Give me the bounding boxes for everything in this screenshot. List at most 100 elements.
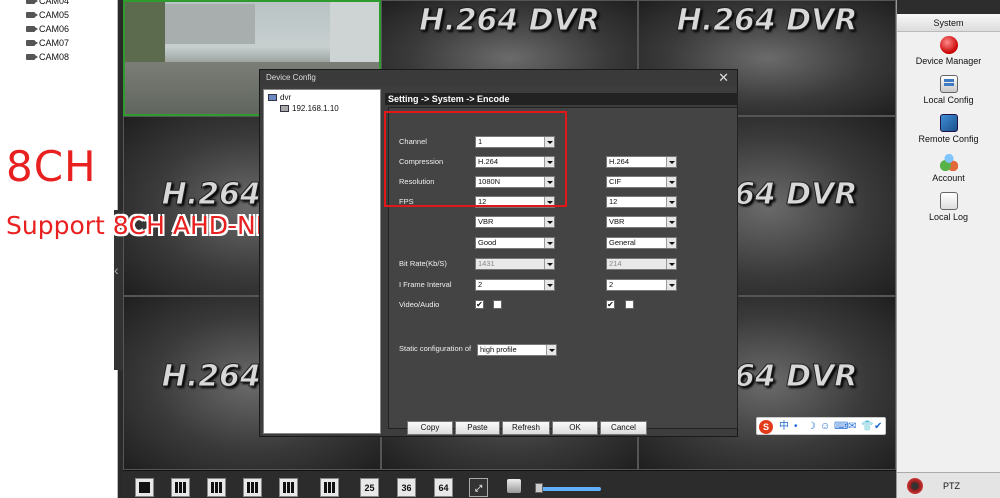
local-log-icon [939, 192, 958, 210]
dialog-title: Device Config [266, 73, 316, 82]
layout-9-button[interactable] [279, 478, 298, 497]
chevron-down-icon [666, 217, 676, 227]
camera-tree-item[interactable]: CAM07 [26, 36, 117, 50]
layout-16-button[interactable] [320, 478, 339, 497]
dvr-client-window: CAM04 CAM05 CAM06 CAM07 CAM08 ‹ H.264 DV… [0, 0, 1000, 498]
camera-tree-item[interactable]: CAM04 [26, 0, 117, 8]
ime-punctuation-icon[interactable]: • [794, 420, 798, 434]
speaker-icon[interactable] [507, 479, 521, 493]
main-quality-select[interactable]: Good [475, 237, 555, 249]
layout-6-button[interactable] [207, 478, 226, 497]
volume-slider[interactable] [541, 487, 601, 491]
chevron-down-icon [666, 280, 676, 290]
extra-i-frame-select[interactable]: 2 [606, 279, 677, 291]
main-bitrate-control-select[interactable]: VBR [475, 216, 555, 228]
close-icon[interactable]: ✕ [718, 70, 729, 86]
live-video-scene [330, 2, 379, 62]
layout-4-button[interactable] [171, 478, 190, 497]
camera-list: CAM04 CAM05 CAM06 CAM07 CAM08 [0, 0, 117, 64]
ime-skin-icon[interactable]: 👕 [861, 420, 873, 434]
chevron-down-icon [546, 345, 556, 355]
layout-8-icon [247, 482, 258, 493]
extra-fps-select[interactable]: 12 [606, 196, 677, 208]
main-audio-checkbox[interactable] [493, 300, 502, 309]
refresh-button[interactable]: Refresh [502, 421, 550, 435]
system-panel-header[interactable]: System [897, 14, 1000, 32]
ime-mail-icon[interactable]: ✉ [848, 420, 856, 434]
layout-16-icon [324, 482, 335, 493]
chevron-down-icon [544, 238, 554, 248]
layout-toolbar: 25 36 64 ⤢ [123, 470, 896, 498]
chevron-down-icon [544, 217, 554, 227]
system-panel: System Device Manager Local Config Remot… [896, 0, 1000, 498]
camera-tree-panel: CAM04 CAM05 CAM06 CAM07 CAM08 [0, 0, 118, 498]
ptz-icon [907, 478, 923, 494]
layout-25-button[interactable]: 25 [360, 478, 379, 497]
extra-compression-select[interactable]: H.264 [606, 156, 677, 168]
layout-64-button[interactable]: 64 [434, 478, 453, 497]
extra-resolution-select[interactable]: CIF [606, 176, 677, 188]
breadcrumb: Setting -> System -> Encode [385, 93, 738, 105]
layout-1-icon [139, 482, 150, 493]
chevron-down-icon [666, 197, 676, 207]
main-video-checkbox[interactable]: ✔ [475, 300, 484, 309]
ptz-tab[interactable]: PTZ [897, 472, 1000, 498]
chevron-left-icon[interactable]: ‹ [114, 262, 119, 278]
device-manager-button[interactable]: Device Manager [897, 32, 1000, 71]
remote-config-button[interactable]: Remote Config [897, 110, 1000, 149]
layout-8-button[interactable] [243, 478, 262, 497]
local-config-icon [939, 75, 958, 93]
device-icon [280, 105, 289, 112]
camera-tree-item[interactable]: CAM08 [26, 50, 117, 64]
account-button[interactable]: Account [897, 149, 1000, 188]
sogou-logo-icon[interactable]: S [759, 420, 773, 434]
extra-bitrate-control-select[interactable]: VBR [606, 216, 677, 228]
extra-video-checkbox[interactable]: ✔ [606, 300, 615, 309]
local-config-button[interactable]: Local Config [897, 71, 1000, 110]
paste-button[interactable]: Paste [455, 421, 500, 435]
ime-chinese-icon[interactable]: 中 [779, 420, 789, 434]
cancel-button[interactable]: Cancel [600, 421, 647, 435]
chevron-down-icon [544, 280, 554, 290]
camera-icon [26, 12, 38, 18]
device-tree: dvr 192.168.1.10 [263, 89, 381, 434]
volume-slider-knob[interactable] [535, 483, 543, 493]
camera-icon [26, 40, 38, 46]
layout-1-button[interactable] [135, 478, 154, 497]
dialog-titlebar: Device Config ✕ [260, 70, 737, 86]
camera-tree-item[interactable]: CAM06 [26, 22, 117, 36]
camera-icon [26, 0, 38, 4]
static-profile-select[interactable]: high profile [477, 344, 557, 356]
live-video-scene [125, 2, 165, 62]
promo-headline: 8CH [6, 142, 97, 191]
fullscreen-button[interactable]: ⤢ [469, 478, 488, 497]
device-manager-icon [939, 36, 958, 54]
bit-rate-label: Bit Rate(Kb/S) [399, 259, 447, 268]
layout-4-icon [175, 482, 186, 493]
tree-node-device[interactable]: 192.168.1.10 [280, 104, 339, 113]
ime-keyboard-icon[interactable]: ⌨ [834, 420, 848, 434]
ime-moon-icon[interactable]: ☽ [807, 420, 816, 434]
copy-button[interactable]: Copy [407, 421, 453, 435]
ok-button[interactable]: OK [552, 421, 598, 435]
tile-watermark: H.264 DVR [419, 3, 601, 39]
layout-36-button[interactable]: 36 [397, 478, 416, 497]
local-log-button[interactable]: Local Log [897, 188, 1000, 227]
extra-quality-select[interactable]: General [606, 237, 677, 249]
ime-emoji-icon[interactable]: ☺ [820, 420, 830, 434]
camera-icon [26, 54, 38, 60]
chevron-down-icon [666, 177, 676, 187]
main-i-frame-select[interactable]: 2 [475, 279, 555, 291]
tile-watermark: H.264 DVR [676, 3, 858, 39]
static-configuration-label: Static configuration of [399, 344, 472, 353]
main-bit-rate-select: 1431 [475, 258, 555, 270]
dvr-icon [268, 94, 277, 101]
tree-root-dvr[interactable]: dvr [268, 93, 291, 102]
system-panel-topbar [897, 0, 1000, 14]
ime-tools-icon[interactable]: ✔ [874, 420, 882, 434]
camera-tree-item[interactable]: CAM05 [26, 8, 117, 22]
live-video-scene [165, 4, 255, 44]
extra-audio-checkbox[interactable] [625, 300, 634, 309]
highlight-box [384, 111, 567, 207]
account-icon [939, 153, 958, 171]
